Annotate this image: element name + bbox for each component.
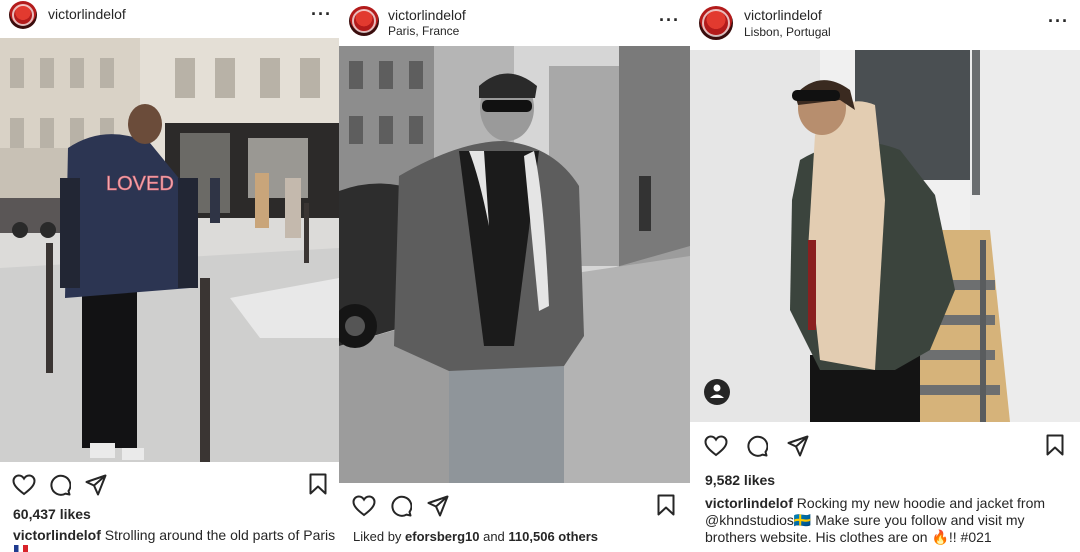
username[interactable]: victorlindelof: [388, 7, 466, 23]
caption-text: Strolling around the old parts of Paris: [104, 527, 336, 543]
heart-icon[interactable]: [12, 474, 36, 496]
caption: victorlindelof Strolling around the old …: [13, 527, 336, 544]
more-icon[interactable]: ···: [311, 5, 332, 23]
jacket-text: LOVED: [106, 173, 174, 195]
avatar[interactable]: [349, 6, 379, 36]
heart-icon[interactable]: [704, 435, 728, 457]
more-icon[interactable]: ···: [1048, 12, 1069, 30]
post-3: victorlindelof Lisbon, Portugal ··· 9,58…: [690, 0, 1080, 552]
street-photo: LOVED: [0, 38, 339, 462]
liked-by: Liked by eforsberg10 and 110,506 others: [353, 529, 598, 544]
more-icon[interactable]: ···: [659, 11, 680, 29]
tagged-user-icon[interactable]: [704, 379, 730, 405]
caption: victorlindelof Rocking my new hoodie and…: [705, 495, 1067, 546]
caption-username[interactable]: victorlindelof: [13, 527, 101, 543]
liked-by-and: and: [483, 529, 505, 544]
share-icon[interactable]: [787, 435, 809, 457]
bw-street-photo: [339, 46, 690, 483]
stairwell-photo: [690, 50, 1080, 422]
share-icon[interactable]: [427, 495, 449, 517]
bookmark-icon[interactable]: [309, 473, 327, 495]
caption-username[interactable]: victorlindelof: [705, 495, 793, 511]
location[interactable]: Lisbon, Portugal: [744, 25, 831, 39]
post-photo[interactable]: [339, 46, 690, 483]
france-flag-emoji: [14, 545, 28, 552]
avatar[interactable]: [9, 1, 37, 29]
likes-count[interactable]: 9,582 likes: [705, 472, 775, 488]
heart-icon[interactable]: [352, 495, 376, 517]
post-photo[interactable]: LOVED: [0, 38, 339, 462]
bookmark-icon[interactable]: [657, 494, 675, 516]
avatar[interactable]: [699, 6, 733, 40]
username[interactable]: victorlindelof: [744, 7, 822, 23]
share-icon[interactable]: [85, 474, 107, 496]
username[interactable]: victorlindelof: [48, 6, 126, 22]
comment-icon[interactable]: [390, 495, 412, 517]
liked-by-prefix: Liked by: [353, 529, 402, 544]
liked-by-user[interactable]: eforsberg10: [405, 529, 479, 544]
post-1: victorlindelof ··· LOVED 60,437 likes vi…: [0, 0, 339, 552]
bookmark-icon[interactable]: [1046, 434, 1064, 456]
liked-by-others[interactable]: 110,506 others: [508, 529, 598, 544]
post-2: victorlindelof Paris, France ··· Liked b…: [339, 0, 690, 552]
comment-icon[interactable]: [746, 435, 768, 457]
location[interactable]: Paris, France: [388, 24, 459, 38]
post-photo[interactable]: [690, 50, 1080, 422]
likes-count[interactable]: 60,437 likes: [13, 506, 91, 522]
comment-icon[interactable]: [49, 474, 71, 496]
